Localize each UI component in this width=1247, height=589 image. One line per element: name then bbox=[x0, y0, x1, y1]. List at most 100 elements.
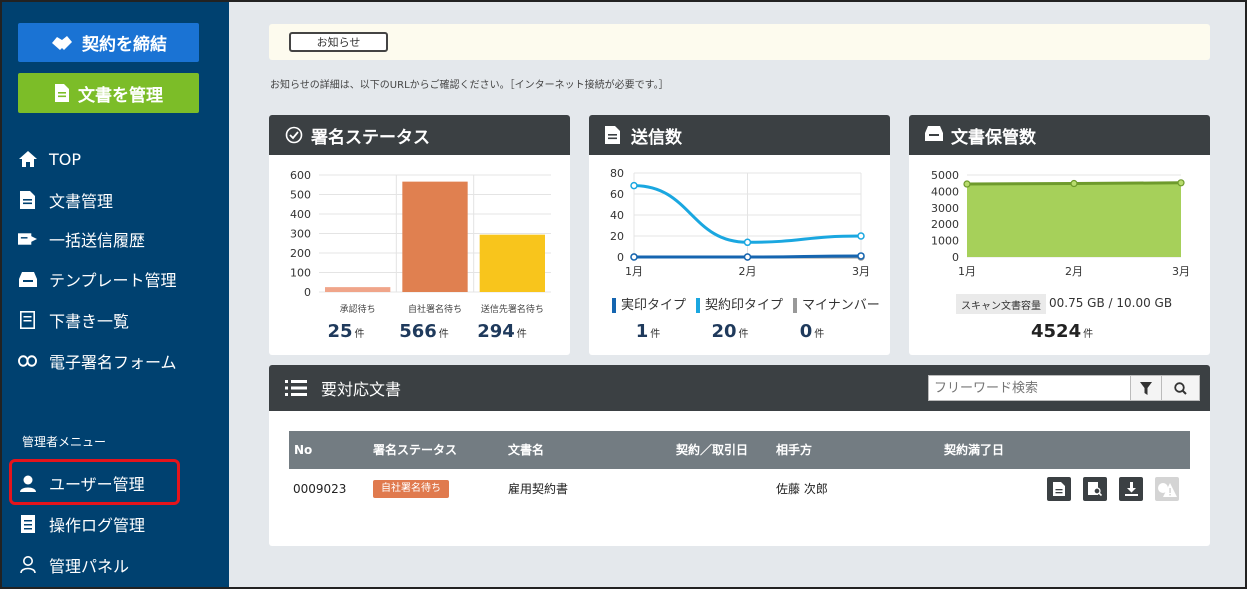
y-tick-label: 400 bbox=[290, 208, 311, 221]
highlight-frame bbox=[9, 459, 180, 505]
sign-contract-label: 契約を締結 bbox=[82, 35, 167, 55]
stat-value: 294 bbox=[477, 321, 515, 342]
nav-label: テンプレート管理 bbox=[49, 271, 177, 290]
document-icon bbox=[1053, 482, 1065, 496]
manage-documents-button[interactable]: 文書を管理 bbox=[18, 73, 199, 113]
y-tick-label: 300 bbox=[290, 228, 311, 241]
filter-button[interactable] bbox=[1130, 375, 1162, 401]
storage-count: 4524 件 bbox=[1031, 321, 1093, 342]
scan-capacity-label: スキャン文書容量 bbox=[956, 294, 1046, 314]
y-tick-label: 4000 bbox=[931, 185, 959, 198]
nav-label: TOP bbox=[49, 149, 82, 169]
draft-icon bbox=[18, 311, 37, 330]
nav-item-drafts[interactable]: 下書き一覧 bbox=[18, 305, 129, 335]
alert-button[interactable] bbox=[1155, 477, 1179, 501]
document-storage-card: 文書保管数 0 1000 2000 3000 4000 5000 1月 2月 3月 bbox=[909, 115, 1210, 355]
nav-label: 管理パネル bbox=[49, 557, 130, 576]
sign-contract-button[interactable]: 契約を締結 bbox=[18, 23, 199, 62]
column-header-expiry: 契約満了日 bbox=[944, 443, 1005, 457]
stat-awaiting-recipient-signature: 294 件 bbox=[463, 321, 541, 342]
legend-item: 実印タイプ bbox=[612, 294, 686, 313]
nav-item-top[interactable]: TOP bbox=[18, 144, 81, 174]
inbox-icon bbox=[925, 126, 943, 144]
bar bbox=[479, 234, 545, 292]
legend-item: 契約印タイプ bbox=[696, 294, 783, 313]
table-row[interactable]: 0009023 自社署名待ち 雇用契約書 佐藤 次郎 bbox=[289, 471, 1190, 507]
y-tick-label: 0 bbox=[952, 251, 959, 264]
y-tick-label: 3000 bbox=[931, 202, 959, 215]
card-title: 文書保管数 bbox=[951, 127, 1036, 148]
stat-jitsuin: 1件 bbox=[607, 321, 689, 342]
status-bar-chart: 0 100 200 300 400 500 600 承認待ち 自社署名待ち 送信先署名待ち bbox=[290, 169, 551, 315]
bar bbox=[402, 181, 468, 292]
notice-button[interactable]: お知らせ bbox=[289, 32, 388, 52]
stat-unit: 件 bbox=[438, 329, 449, 340]
column-header-doc-name: 文書名 bbox=[508, 443, 545, 457]
document-search-icon bbox=[1088, 482, 1102, 496]
admin-panel-icon bbox=[18, 556, 37, 575]
storage-area-chart: 0 1000 2000 3000 4000 5000 1月 2月 3月 bbox=[931, 169, 1190, 278]
x-tick-label: 1月 bbox=[625, 265, 643, 278]
data-point bbox=[630, 181, 638, 190]
search-button[interactable] bbox=[1162, 375, 1200, 401]
data-point bbox=[963, 180, 971, 188]
column-header-status: 署名ステータス bbox=[373, 443, 458, 457]
status-badge: 自社署名待ち bbox=[373, 480, 449, 498]
nav-label: 電子署名フォーム bbox=[49, 353, 177, 372]
cell-doc-name: 雇用契約書 bbox=[508, 482, 569, 496]
document-icon bbox=[18, 191, 37, 210]
cell-party: 佐藤 次郎 bbox=[776, 482, 828, 496]
table-header: No 署名ステータス 文書名 契約／取引日 相手方 契約満了日 bbox=[289, 431, 1190, 469]
cell-no: 0009023 bbox=[293, 482, 347, 496]
stat-keiyakuin: 20 件 bbox=[689, 321, 771, 342]
legend-label: 実印タイプ bbox=[621, 298, 687, 313]
nav-item-documents[interactable]: 文書管理 bbox=[18, 185, 113, 215]
keyword-search bbox=[928, 375, 1200, 401]
x-tick-label: 3月 bbox=[1172, 265, 1190, 278]
legend-label: 契約印タイプ bbox=[705, 298, 784, 313]
stat-awaiting-own-signature: 566 件 bbox=[385, 321, 463, 342]
sent-line-chart: 0 20 40 60 80 1月 2月 3月 bbox=[610, 167, 870, 278]
download-button[interactable] bbox=[1119, 477, 1143, 501]
view-document-button[interactable] bbox=[1047, 477, 1071, 501]
admin-menu-label: 管理者メニュー bbox=[22, 435, 107, 449]
warning-icon bbox=[1158, 483, 1177, 497]
scan-capacity-value: 00.75 GB / 10.00 GB bbox=[1049, 296, 1173, 310]
nav-item-admin-panel[interactable]: 管理パネル bbox=[18, 550, 129, 580]
data-point bbox=[857, 232, 865, 240]
nav-label: 一括送信履歴 bbox=[49, 231, 146, 250]
manage-documents-label: 文書を管理 bbox=[78, 85, 163, 106]
link-icon bbox=[18, 352, 37, 371]
nav-label: 操作ログ管理 bbox=[49, 516, 146, 535]
y-tick-label: 5000 bbox=[931, 169, 959, 182]
batch-send-icon bbox=[18, 230, 37, 249]
nav-item-operation-log[interactable]: 操作ログ管理 bbox=[18, 509, 145, 539]
x-tick-label: 2月 bbox=[739, 265, 757, 278]
y-tick-label: 2000 bbox=[931, 218, 959, 231]
data-point bbox=[630, 253, 638, 261]
download-icon bbox=[1124, 482, 1138, 496]
column-header-party: 相手方 bbox=[776, 443, 813, 457]
x-tick-label: 承認待ち bbox=[340, 303, 376, 315]
y-tick-label: 40 bbox=[610, 209, 624, 222]
y-tick-label: 100 bbox=[290, 267, 311, 280]
sidebar: 契約を締結 文書を管理 TOP 文書管理 一括送信履歴 テンプレート管理 下書き… bbox=[0, 0, 229, 589]
x-tick-label: 2月 bbox=[1065, 265, 1083, 278]
y-tick-label: 600 bbox=[290, 169, 311, 182]
handshake-icon bbox=[52, 35, 72, 50]
log-icon bbox=[18, 515, 37, 534]
card-title: 送信数 bbox=[631, 127, 682, 148]
card-header: 送信数 bbox=[589, 115, 890, 155]
signature-status-card: 署名ステータス 0 100 200 300 400 500 600 承認待ち 自社署名待ち 送信先… bbox=[269, 115, 570, 355]
stat-unit: 件 bbox=[650, 329, 661, 340]
nav-item-templates[interactable]: テンプレート管理 bbox=[18, 264, 177, 294]
nav-item-batch-history[interactable]: 一括送信履歴 bbox=[18, 224, 145, 254]
card-header: 文書保管数 bbox=[909, 115, 1210, 155]
list-icon bbox=[285, 379, 307, 397]
stat-unit: 件 bbox=[354, 329, 365, 340]
search-input[interactable] bbox=[928, 375, 1130, 401]
nav-item-esign-form[interactable]: 電子署名フォーム bbox=[18, 346, 177, 376]
preview-document-button[interactable] bbox=[1083, 477, 1107, 501]
stat-value: 566 bbox=[399, 321, 437, 342]
sent-chart-legend: 実印タイプ 契約印タイプ マイナンバー bbox=[612, 294, 880, 313]
